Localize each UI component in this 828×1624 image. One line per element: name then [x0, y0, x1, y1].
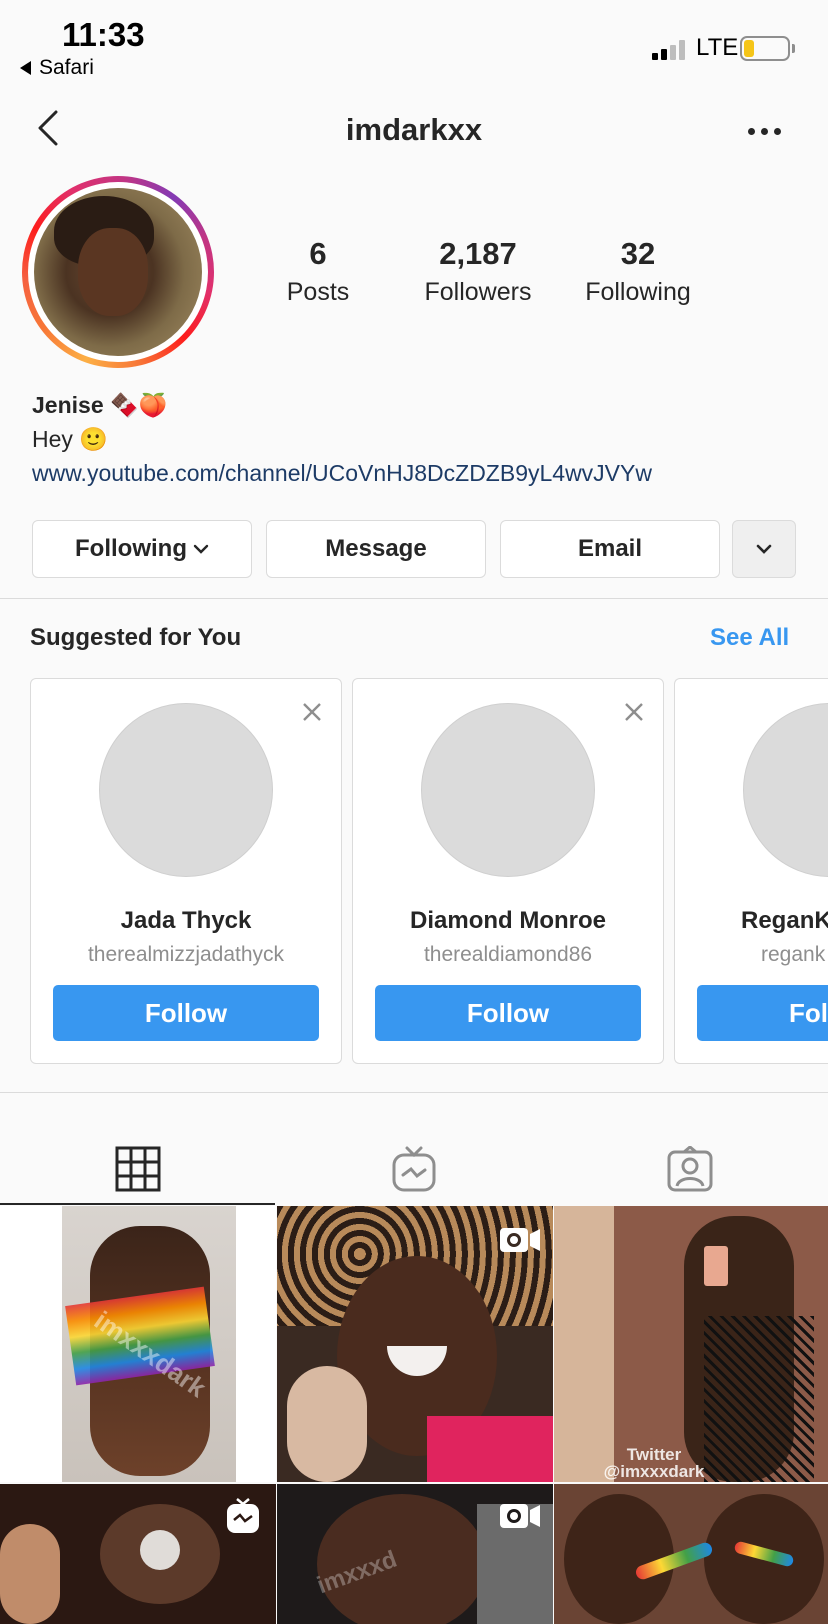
suggestion-handle: therealmizzjadathyck	[87, 943, 285, 966]
battery-tip	[792, 44, 795, 53]
back-app-label: Safari	[39, 56, 94, 79]
chevron-down-icon	[756, 544, 772, 554]
follow-button[interactable]: Follow	[53, 985, 319, 1041]
suggestions-toggle-button[interactable]	[732, 520, 796, 578]
video-camera-icon	[500, 1228, 540, 1252]
suggested-title: Suggested for You	[30, 624, 242, 651]
suggestion-avatar[interactable]	[743, 703, 828, 877]
suggestion-handle: regank	[761, 943, 826, 966]
igtv-icon	[392, 1146, 436, 1192]
tab-igtv[interactable]	[276, 1134, 552, 1204]
suggestion-avatar[interactable]	[421, 703, 595, 877]
posts-count[interactable]: 6 Posts	[268, 236, 368, 307]
stat-value: 2,187	[439, 236, 517, 271]
signal-icon	[652, 38, 685, 60]
stat-value: 6	[309, 236, 327, 271]
stat-value: 32	[620, 236, 656, 271]
post-thumbnail[interactable]	[277, 1206, 553, 1482]
suggestion-avatar[interactable]	[99, 703, 273, 877]
post-thumbnail[interactable]: Twitter @imxxxdark	[554, 1206, 828, 1482]
follow-button[interactable]: Follow	[375, 985, 641, 1041]
tagged-person-icon	[667, 1146, 713, 1192]
follow-button[interactable]: Follow	[697, 985, 828, 1041]
email-button-label: Email	[577, 535, 643, 562]
suggestion-name: ReganK	[741, 907, 828, 934]
network-type: LTE	[696, 34, 739, 61]
igtv-icon	[227, 1498, 259, 1533]
message-button[interactable]: Message	[266, 520, 486, 578]
close-icon[interactable]	[623, 701, 645, 723]
profile-username-title: imdarkxx	[345, 112, 483, 147]
post-thumbnail[interactable]	[554, 1484, 828, 1624]
chevron-down-icon	[193, 544, 209, 554]
suggestion-name: Jada Thyck	[120, 907, 252, 934]
profile-bio: Hey 🙂	[32, 426, 108, 452]
profile-avatar[interactable]	[22, 176, 214, 368]
status-bar: 11:33 Safari LTE	[0, 0, 828, 90]
video-camera-icon	[500, 1504, 540, 1528]
status-time: 11:33	[62, 16, 145, 53]
stat-label: Followers	[424, 278, 532, 306]
suggestion-card[interactable]: Diamond Monroe therealdiamond86 Follow	[352, 678, 664, 1064]
divider	[0, 598, 828, 599]
suggestion-card[interactable]: Jada Thyck therealmizzjadathyck Follow	[30, 678, 342, 1064]
stat-label: Posts	[286, 278, 350, 306]
back-triangle-icon	[20, 61, 31, 75]
suggestion-handle: therealdiamond86	[423, 943, 593, 966]
following-count[interactable]: 32 Following	[574, 236, 702, 307]
following-button[interactable]: Following	[32, 520, 252, 578]
suggestion-name: Diamond Monroe	[410, 907, 606, 934]
post-thumbnail[interactable]: imxxxd	[277, 1484, 553, 1624]
avatar-photo	[34, 188, 202, 356]
divider	[0, 1092, 828, 1093]
back-to-safari[interactable]: Safari	[20, 56, 94, 80]
suggestion-card[interactable]: ReganK regank Follow	[674, 678, 828, 1064]
post-thumbnail[interactable]	[0, 1484, 276, 1624]
watermark-text: Twitter @imxxxdark	[603, 1445, 705, 1481]
post-thumbnail[interactable]: imxxxdark	[0, 1206, 276, 1482]
more-options-icon[interactable]	[748, 128, 781, 135]
battery-icon	[740, 36, 790, 61]
tab-tagged[interactable]	[552, 1134, 828, 1204]
email-button[interactable]: Email	[500, 520, 720, 578]
following-button-label: Following	[75, 535, 187, 562]
see-all-link[interactable]: See All	[710, 624, 789, 652]
followers-count[interactable]: 2,187 Followers	[410, 236, 546, 307]
message-button-label: Message	[325, 535, 427, 562]
stat-label: Following	[585, 278, 691, 306]
tab-posts-grid[interactable]	[0, 1134, 276, 1204]
active-tab-indicator	[0, 1203, 275, 1205]
profile-link[interactable]: www.youtube.com/channel/UCoVnHJ8DcZDZB9y…	[32, 460, 652, 487]
close-icon[interactable]	[301, 701, 323, 723]
profile-full-name: Jenise 🍫🍑	[32, 392, 168, 418]
grid-icon	[115, 1146, 161, 1192]
